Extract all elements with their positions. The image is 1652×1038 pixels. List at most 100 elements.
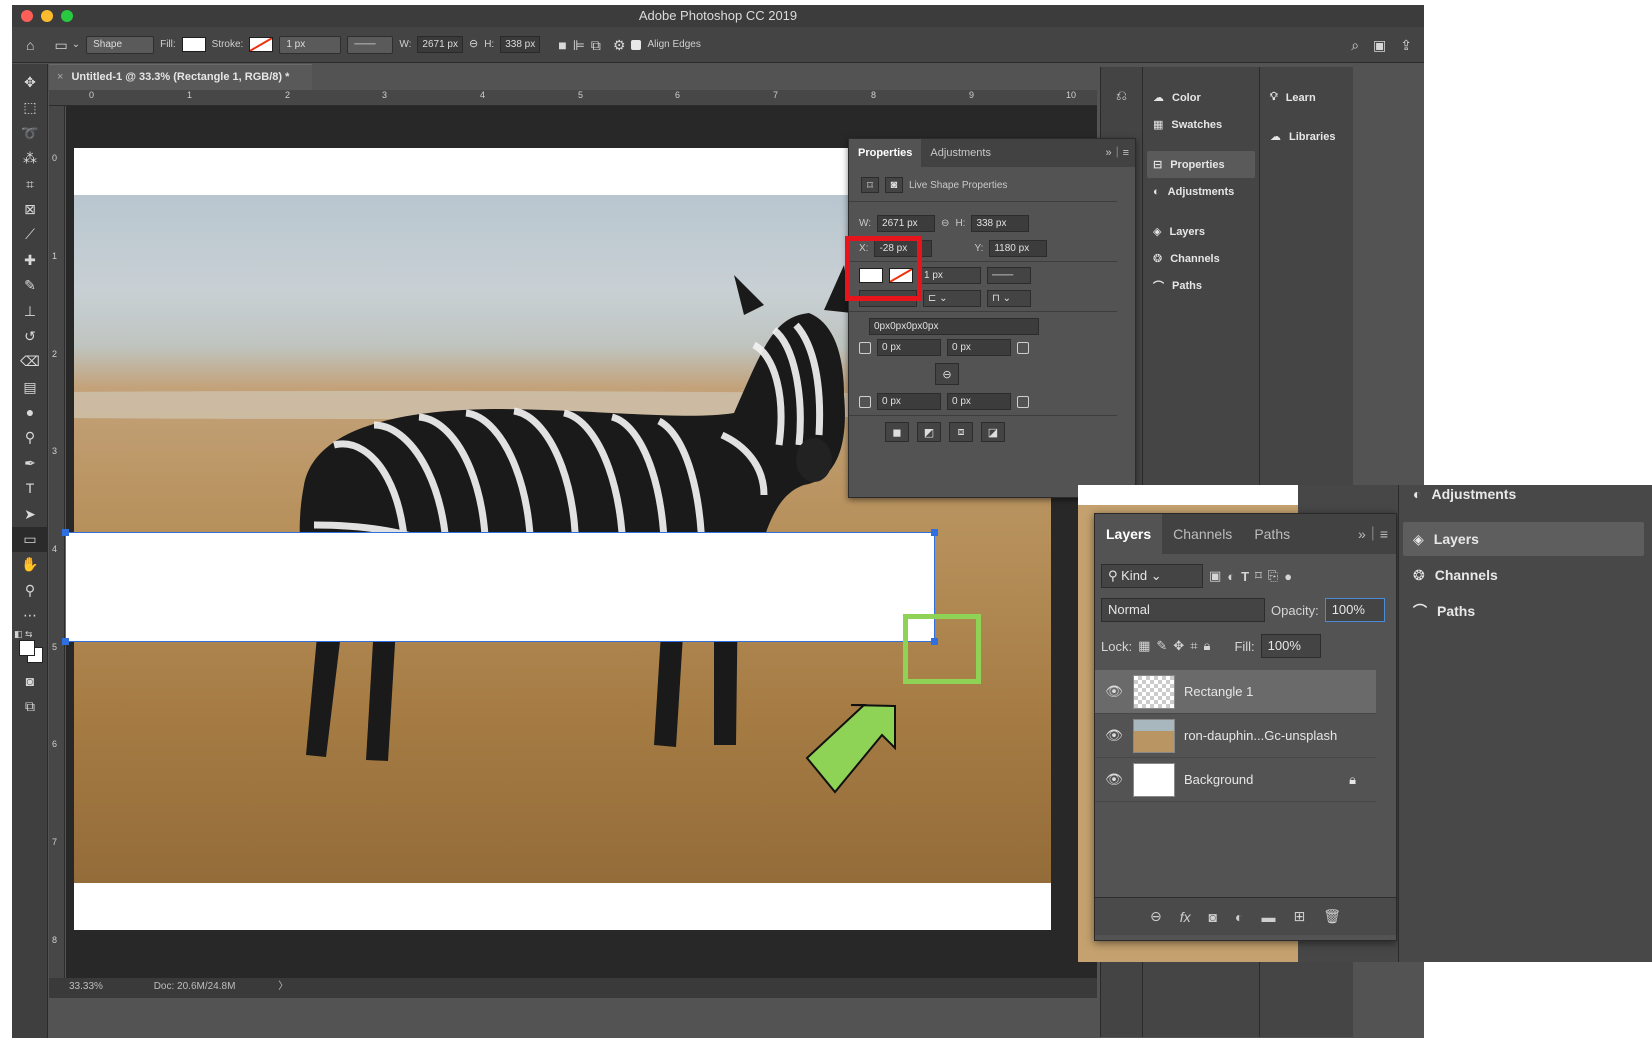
fill-swatch[interactable] — [181, 37, 206, 52]
lock-all-icon[interactable]: 🔒︎ — [1204, 638, 1211, 654]
lock-position-icon[interactable]: ✥ — [1173, 638, 1184, 654]
tab-adjustments[interactable]: Adjustments — [921, 139, 1000, 167]
lock-image-icon[interactable]: ✎ — [1156, 638, 1167, 654]
path-selection-tool-icon[interactable]: ➤ — [12, 502, 48, 527]
dock-item-libraries[interactable]: ☁ Libraries — [1260, 123, 1353, 150]
stroke-caps-select[interactable]: ⊏ ⌄ — [923, 290, 981, 307]
brush-tool-icon[interactable]: ✎ — [12, 273, 48, 298]
dodge-tool-icon[interactable]: ⚲ — [12, 425, 48, 450]
color-swatches[interactable]: ◧ ⇆ — [12, 629, 48, 669]
link-icon[interactable]: ⊖ — [941, 218, 949, 229]
dock-item-properties[interactable]: ⊟ Properties — [1147, 151, 1255, 178]
close-tab-icon[interactable]: × — [57, 71, 63, 83]
panel-menu-icon[interactable]: »｜≡ — [1350, 514, 1396, 554]
link-icon[interactable]: ⊖ — [469, 39, 478, 50]
tool-preset-picker[interactable]: ▭ ⌄ — [54, 38, 80, 52]
default-colors-icon[interactable]: ◧ ⇆ — [14, 629, 33, 640]
dock-item-adjustments[interactable]: ◐ Adjustments — [1143, 178, 1259, 205]
shape-mode-select[interactable]: Shape — [86, 35, 155, 54]
width-field[interactable]: 2671 px — [417, 36, 463, 53]
history-brush-tool-icon[interactable]: ↺ — [12, 324, 48, 349]
combine-shapes-button[interactable]: ◼ — [885, 422, 909, 442]
zoom-tool-icon[interactable]: ⚲ — [12, 578, 48, 603]
lock-transparent-icon[interactable]: ▦ — [1138, 638, 1150, 654]
magic-wand-tool-icon[interactable]: ⁂ — [12, 146, 48, 171]
gradient-tool-icon[interactable]: ▤ — [12, 375, 48, 400]
y-field[interactable]: 1180 px — [989, 240, 1048, 257]
hand-tool-icon[interactable]: ✋ — [12, 552, 48, 577]
kind-filter-select[interactable]: ⚲ Kind ⌄ — [1101, 564, 1203, 588]
pixel-filter-icon[interactable]: ▣ — [1209, 568, 1221, 584]
eyedropper-tool-icon[interactable]: ⟋ — [12, 222, 48, 247]
foreground-color-swatch[interactable] — [19, 639, 35, 656]
stroke-width-field[interactable]: 1 px — [279, 35, 342, 54]
history-icon[interactable]: ⎌ — [1101, 87, 1142, 104]
stroke-corners-select[interactable]: ⊓ ⌄ — [987, 290, 1031, 307]
link-corners-button[interactable]: ⊖ — [935, 363, 959, 385]
fill-field[interactable]: 100% — [1260, 634, 1321, 658]
minimize-window-button[interactable] — [41, 10, 53, 22]
screen-mode-icon[interactable]: ⧉ — [12, 694, 48, 719]
blur-tool-icon[interactable]: ● — [12, 400, 48, 425]
corner-tr-field[interactable]: 0 px — [947, 339, 1011, 356]
layer-photo[interactable]: 👁︎ ron-dauphin...Gc-unsplash — [1095, 714, 1376, 758]
gear-icon[interactable]: ⚙ — [613, 38, 626, 52]
height-field[interactable]: 338 px — [500, 36, 541, 53]
panel-menu-icon[interactable]: »｜≡ — [1099, 139, 1135, 167]
filter-toggle-icon[interactable]: ● — [1284, 569, 1292, 584]
marquee-tool-icon[interactable]: ⬚ — [12, 95, 48, 120]
type-filter-icon[interactable]: T — [1241, 569, 1249, 584]
trash-icon[interactable]: 🗑︎ — [1323, 908, 1341, 925]
exclude-shapes-button[interactable]: ◪ — [981, 422, 1005, 442]
new-group-icon[interactable]: ▬ — [1262, 909, 1276, 925]
dock-item-swatches[interactable]: ▦ Swatches — [1143, 111, 1259, 138]
adjustment-filter-icon[interactable]: ◐ — [1227, 569, 1235, 584]
new-layer-icon[interactable]: ⊞ — [1294, 908, 1306, 925]
status-arrow-icon[interactable]: 〉 — [278, 981, 288, 992]
document-tab[interactable]: × Untitled-1 @ 33.3% (Rectangle 1, RGB/8)… — [49, 64, 312, 90]
transform-handle[interactable] — [62, 529, 69, 536]
dock-item-learn[interactable]: 💡︎ Learn — [1260, 84, 1353, 111]
fx-icon[interactable]: fx — [1180, 909, 1191, 925]
opacity-field[interactable]: 100% — [1324, 598, 1385, 622]
align-edges-checkbox[interactable] — [631, 39, 642, 50]
zoom-dock-adjustments[interactable]: ◐ Adjustments — [1399, 485, 1652, 511]
close-window-button[interactable] — [21, 10, 33, 22]
tab-layers[interactable]: Layers — [1095, 514, 1163, 554]
dock-item-channels[interactable]: ❂ Channels — [1143, 245, 1259, 272]
shape-filter-icon[interactable]: ⌑ — [1255, 568, 1262, 584]
quick-mask-icon[interactable]: ◙ — [12, 669, 48, 694]
stroke-swatch[interactable] — [249, 37, 274, 52]
eye-icon[interactable]: 👁︎ — [1095, 683, 1133, 700]
search-icon[interactable]: ⌕ — [1351, 38, 1359, 52]
layer-background[interactable]: 👁︎ Background 🔒︎ — [1095, 758, 1376, 802]
stroke-type-select[interactable]: ─── — [987, 267, 1031, 284]
pen-tool-icon[interactable]: ✒ — [12, 451, 48, 476]
stroke-width-field[interactable]: 1 px — [919, 267, 981, 284]
eye-icon[interactable]: 👁︎ — [1095, 771, 1133, 788]
w-field[interactable]: 2671 px — [877, 215, 936, 232]
zoom-dock-channels[interactable]: ❂ Channels — [1399, 558, 1652, 592]
tab-paths[interactable]: Paths — [1243, 514, 1301, 554]
blend-mode-select[interactable]: Normal — [1101, 598, 1265, 622]
rectangle-1-shape[interactable] — [62, 529, 938, 645]
corner-bl-field[interactable]: 0 px — [877, 393, 941, 410]
tab-properties[interactable]: Properties — [849, 139, 922, 167]
corner-radius-field[interactable]: 0px0px0px0px — [869, 318, 1039, 335]
subtract-shapes-button[interactable]: ◩ — [917, 422, 941, 442]
corner-br-field[interactable]: 0 px — [947, 393, 1011, 410]
new-adjustment-icon[interactable]: ◐ — [1235, 909, 1243, 925]
h-field[interactable]: 338 px — [971, 215, 1030, 232]
path-operations-icon[interactable]: ■ — [558, 38, 566, 52]
crop-tool-icon[interactable]: ⌗ — [12, 172, 48, 197]
clone-stamp-tool-icon[interactable]: ⊥ — [12, 299, 48, 324]
tab-channels[interactable]: Channels — [1162, 514, 1243, 554]
zoom-level[interactable]: 33.33% — [69, 981, 103, 992]
add-mask-icon[interactable]: ◙ — [1209, 909, 1217, 925]
frame-tool-icon[interactable]: ⊠ — [12, 197, 48, 222]
intersect-shapes-button[interactable]: ⧈ — [949, 422, 973, 442]
more-tools-icon[interactable]: ⋯ — [12, 603, 48, 628]
path-arrangement-icon[interactable]: ⧉ — [591, 38, 601, 52]
dock-item-paths[interactable]: ⌒ Paths — [1143, 272, 1259, 299]
link-layers-icon[interactable]: ⊖ — [1150, 908, 1162, 925]
